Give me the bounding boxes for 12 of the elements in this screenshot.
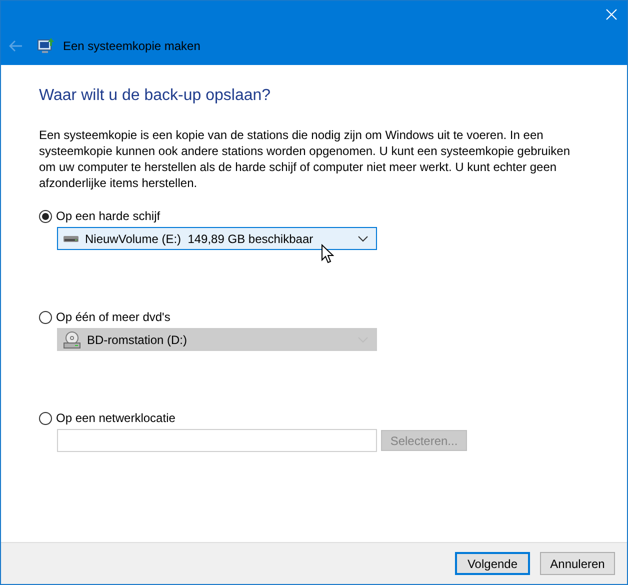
next-button[interactable]: Volgende <box>455 552 530 575</box>
page-heading: Waar wilt u de back-up opslaan? <box>39 87 272 105</box>
backup-computer-icon <box>37 37 55 55</box>
close-button[interactable] <box>604 7 619 22</box>
drive-dropdown[interactable]: NieuwVolume (E:) 149,89 GB beschikbaar <box>57 227 377 250</box>
window-title: Een systeemkopie maken <box>63 39 200 53</box>
description-text: Een systeemkopie is een kopie van de stations die nodig zijn om Windows uit te voeren. In een systeemkopie kunnen ook andere stations worden opgenomen. U kunt een systeemkopie gebruiken om uw computer te herstellen als de harde schijf of computer niet meer werkt. U kunt echter geen afzonderlijke items herstellen. <box>39 127 571 191</box>
close-icon <box>606 9 617 20</box>
radio-option[interactable]: Op een harde schijf <box>39 209 160 223</box>
caret-icon <box>358 236 368 242</box>
cancel-button[interactable]: Annuleren <box>540 552 615 575</box>
mouse-cursor-icon <box>321 244 334 264</box>
